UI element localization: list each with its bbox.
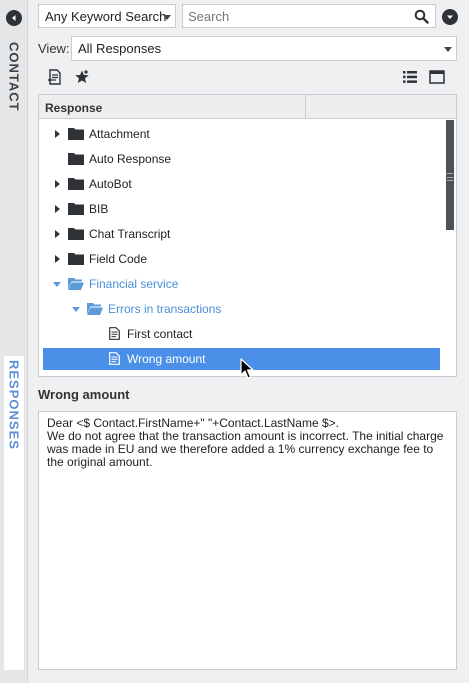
view-selected-value: All Responses [78, 41, 162, 56]
folder-icon [68, 127, 84, 143]
search-bar: Any Keyword Search [38, 4, 458, 28]
tree-item-label: First contact [127, 327, 193, 341]
expand-arrow-icon[interactable] [55, 130, 60, 138]
expand-arrow-icon[interactable] [55, 180, 60, 188]
open-folder-icon [68, 277, 84, 293]
tree-item-chat-transcript[interactable]: Chat Transcript [43, 223, 440, 245]
folder-icon [68, 177, 84, 193]
expand-arrow-icon[interactable] [55, 230, 60, 238]
scrollbar-grip-icon [447, 173, 453, 181]
list-view-icon[interactable] [401, 68, 419, 86]
tree-item-label: Wrong amount [127, 352, 206, 366]
response-text-body: We do not agree that the transaction amo… [47, 429, 444, 469]
tree-item-label: BIB [89, 202, 109, 216]
tree-item-label: AutoBot [89, 177, 132, 191]
tree-item-autobot[interactable]: AutoBot [43, 173, 440, 195]
search-input[interactable] [183, 5, 408, 27]
mouse-cursor-icon [240, 358, 254, 383]
expand-arrow-icon[interactable] [55, 205, 60, 213]
tree-item-errors-in-transactions[interactable]: Errors in transactions [43, 298, 440, 320]
chevron-down-icon [444, 47, 452, 52]
tree-item-label: Chat Transcript [89, 227, 171, 241]
response-tree: Response Attachment Auto Response AutoBo… [38, 94, 457, 377]
view-select[interactable]: All Responses [71, 36, 457, 61]
keyword-search-select[interactable]: Any Keyword Search [38, 4, 176, 28]
folder-icon [68, 202, 84, 218]
open-folder-icon [87, 302, 103, 318]
search-icon[interactable] [414, 9, 429, 27]
tree-item-attachment[interactable]: Attachment [43, 123, 440, 145]
response-title: Wrong amount [38, 387, 130, 402]
tab-contact[interactable]: CONTACT [4, 42, 24, 112]
document-icon [109, 327, 120, 343]
collapse-arrow-icon[interactable] [72, 307, 80, 312]
folder-icon [68, 152, 84, 168]
folder-icon [68, 227, 84, 243]
column-header-response[interactable]: Response [45, 101, 102, 115]
tree-item-label: Attachment [89, 127, 150, 141]
collapse-left-icon[interactable] [6, 10, 22, 26]
response-preview[interactable]: Dear <$ Contact.FirstName+" "+Contact.La… [38, 411, 457, 670]
tree-item-bib[interactable]: BIB [43, 198, 440, 220]
view-label: View: [38, 41, 70, 56]
options-menu-icon[interactable] [442, 9, 458, 25]
window-view-icon[interactable] [428, 68, 446, 86]
tree-item-auto-response[interactable]: Auto Response [43, 148, 440, 170]
tab-responses[interactable]: RESPONSES [4, 356, 24, 670]
expand-arrow-icon[interactable] [55, 255, 60, 263]
document-icon [109, 352, 120, 368]
left-tab-strip: CONTACT RESPONSES [0, 0, 28, 683]
tree-item-label: Field Code [89, 252, 148, 266]
tree-item-label: Errors in transactions [108, 302, 222, 316]
collapse-arrow-icon[interactable] [53, 282, 61, 287]
tree-item-financial-service[interactable]: Financial service [43, 273, 440, 295]
add-favorite-icon[interactable] [73, 68, 91, 86]
folder-icon [68, 252, 84, 268]
tree-item-first-contact[interactable]: First contact [43, 323, 440, 345]
insert-response-icon[interactable] [46, 68, 64, 86]
column-divider[interactable] [305, 95, 306, 119]
keyword-search-label: Any Keyword Search [45, 8, 167, 24]
tree-item-label: Financial service [89, 277, 179, 291]
chevron-down-icon [163, 15, 171, 20]
tree-item-field-code[interactable]: Field Code [43, 248, 440, 270]
search-field[interactable] [182, 4, 436, 28]
tree-header: Response [39, 95, 456, 119]
tree-item-label: Auto Response [89, 152, 172, 166]
